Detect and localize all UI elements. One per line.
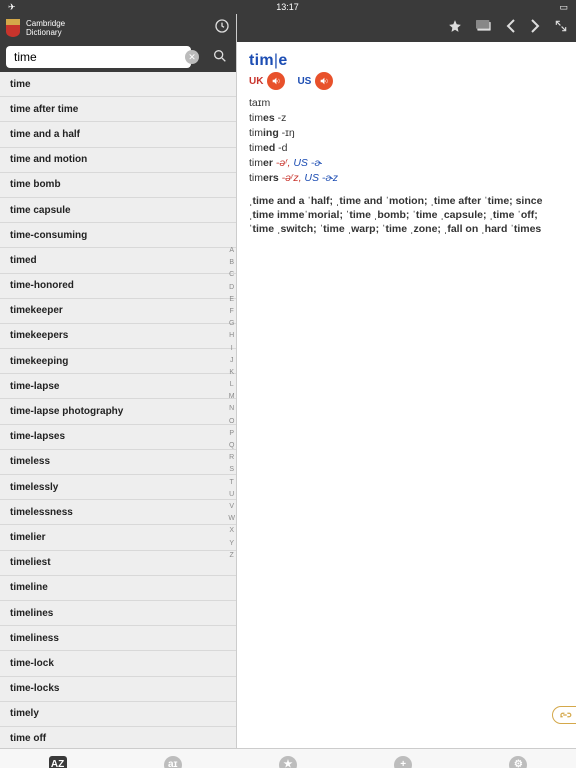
result-item[interactable]: timelines xyxy=(0,601,236,626)
cards-icon[interactable] xyxy=(476,19,492,37)
search-input[interactable] xyxy=(6,46,191,68)
tab-dictionary[interactable]: AZDictionary xyxy=(0,749,115,768)
result-item[interactable]: time-lapse xyxy=(0,374,236,399)
result-item[interactable]: timeliness xyxy=(0,626,236,651)
headword: tim|e xyxy=(249,52,564,70)
form-row: timers -əʳz, US -ɚz xyxy=(249,171,564,186)
ipa: taɪm xyxy=(249,96,564,111)
form-row: timed -d xyxy=(249,141,564,156)
result-item[interactable]: time xyxy=(0,72,236,97)
result-item[interactable]: timekeeper xyxy=(0,299,236,324)
forward-icon[interactable] xyxy=(530,19,540,38)
result-item[interactable]: time off xyxy=(0,727,236,748)
result-item[interactable]: time bomb xyxy=(0,173,236,198)
result-item[interactable]: time capsule xyxy=(0,198,236,223)
entry-content: tim|e UK US taɪm times -ztiming -ɪŋtimed… xyxy=(237,42,576,246)
result-item[interactable]: time-lapses xyxy=(0,425,236,450)
fullscreen-icon[interactable] xyxy=(554,19,568,38)
right-header xyxy=(237,14,576,42)
results-list[interactable]: timetime after timetime and a halftime a… xyxy=(0,72,236,748)
result-item[interactable]: time after time xyxy=(0,97,236,122)
tab-extras[interactable]: +Extras xyxy=(346,749,461,768)
status-bar: ✈ 13:17 ▭ xyxy=(0,0,576,14)
result-item[interactable]: timelier xyxy=(0,525,236,550)
result-item[interactable]: timelessly xyxy=(0,475,236,500)
left-header: Cambridge Dictionary xyxy=(0,14,236,42)
result-item[interactable]: timekeepers xyxy=(0,324,236,349)
form-row: timing -ɪŋ xyxy=(249,126,564,141)
result-item[interactable]: time and a half xyxy=(0,122,236,147)
result-item[interactable]: timeliest xyxy=(0,551,236,576)
right-pane: tim|e UK US taɪm times -ztiming -ɪŋtimed… xyxy=(237,14,576,748)
history-icon[interactable] xyxy=(214,18,230,39)
back-icon[interactable] xyxy=(506,19,516,38)
form-row: timer -əʳ, US -ɚ xyxy=(249,156,564,171)
clear-icon[interactable]: ✕ xyxy=(185,50,199,64)
uk-audio-button[interactable] xyxy=(267,72,285,90)
us-audio-button[interactable] xyxy=(315,72,333,90)
tab-icon: + xyxy=(394,756,412,768)
tab-bar: AZDictionaryaɪSymbols★Favourites+Extras⚙… xyxy=(0,748,576,768)
link-toggle-icon[interactable] xyxy=(552,706,576,724)
word-forms: taɪm times -ztiming -ɪŋtimed -dtimer -əʳ… xyxy=(249,96,564,186)
logo-shield-icon xyxy=(6,19,20,37)
pronunciation-row: UK US xyxy=(249,72,564,90)
tab-icon: ★ xyxy=(279,756,297,768)
result-item[interactable]: timely xyxy=(0,702,236,727)
result-item[interactable]: timed xyxy=(0,248,236,273)
favourite-icon[interactable] xyxy=(448,19,462,38)
tab-settings[interactable]: ⚙Settings xyxy=(461,749,576,768)
tab-icon: aɪ xyxy=(164,756,182,768)
result-item[interactable]: time and motion xyxy=(0,148,236,173)
search-mode-button[interactable] xyxy=(210,48,230,67)
result-item[interactable]: timekeeping xyxy=(0,349,236,374)
phrases: ˌtime and a ˈhalf; ˌtime and ˈmotion; ˌt… xyxy=(249,194,564,236)
result-item[interactable]: timelessness xyxy=(0,500,236,525)
battery-icon: ▭ xyxy=(559,2,568,13)
search-row: ✕ xyxy=(0,42,236,72)
left-pane: Cambridge Dictionary ✕ timetime after ti… xyxy=(0,14,237,748)
brand-text: Cambridge Dictionary xyxy=(26,19,65,37)
status-time: 13:17 xyxy=(276,2,299,12)
form-row: times -z xyxy=(249,111,564,126)
result-item[interactable]: time-lapse photography xyxy=(0,399,236,424)
tab-symbols[interactable]: aɪSymbols xyxy=(115,749,230,768)
tab-favourites[interactable]: ★Favourites xyxy=(230,749,345,768)
result-item[interactable]: time-honored xyxy=(0,274,236,299)
us-label: US xyxy=(297,76,311,87)
tab-icon: AZ xyxy=(49,756,67,768)
airplane-icon: ✈ xyxy=(8,2,16,13)
result-item[interactable]: time-consuming xyxy=(0,223,236,248)
result-item[interactable]: time-locks xyxy=(0,677,236,702)
result-item[interactable]: timeless xyxy=(0,450,236,475)
result-item[interactable]: timeline xyxy=(0,576,236,601)
uk-label: UK xyxy=(249,76,263,87)
tab-icon: ⚙ xyxy=(509,756,527,768)
result-item[interactable]: time-lock xyxy=(0,651,236,676)
